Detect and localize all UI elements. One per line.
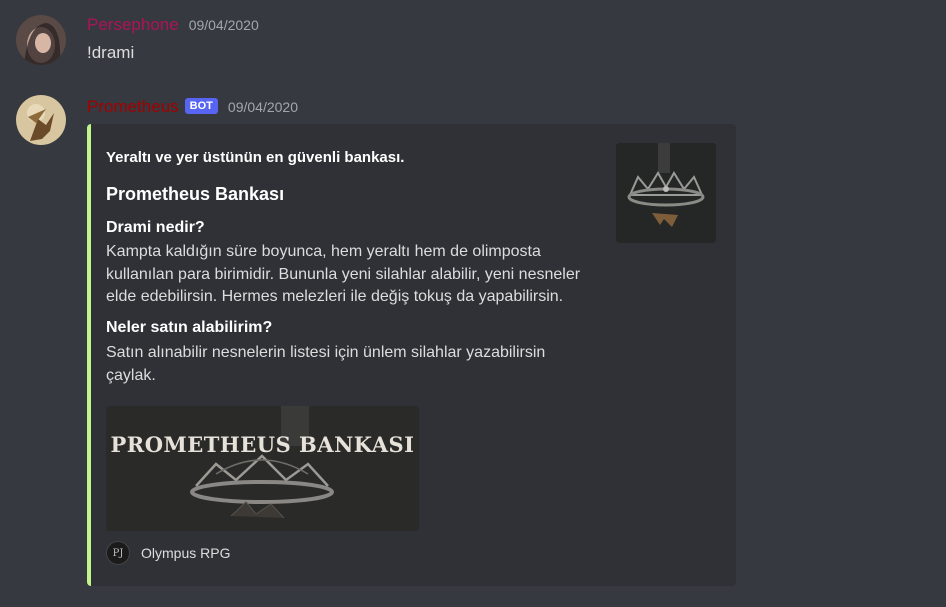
embed: Yeraltı ve yer üstünün en güvenli bankas… (87, 124, 736, 586)
embed-footer: PJ Olympus RPG (106, 541, 230, 565)
embed-field-value: Kampta kaldığın süre boyunca, hem yeralt… (106, 243, 581, 305)
embed-field-name: Drami nedir? (106, 219, 205, 236)
timestamp: 09/04/2020 (227, 99, 298, 115)
embed-field-value: Satın alınabilir nesnelerin listesi için… (106, 344, 546, 384)
embed-title: Prometheus Bankası (106, 184, 285, 204)
embed-field-name: Neler satın alabilirim? (106, 319, 273, 336)
message-text: !drami (87, 43, 135, 62)
username[interactable]: Prometheus (87, 97, 179, 117)
bot-badge: BOT (184, 98, 218, 114)
embed-author: Yeraltı ve yer üstünün en güvenli bankas… (106, 149, 405, 166)
user-avatar[interactable] (16, 15, 66, 65)
embed-image[interactable]: PROMETHEUS BANKASI (106, 406, 419, 531)
embed-image-title: PROMETHEUS BANKASI (110, 432, 415, 457)
bot-avatar[interactable] (16, 95, 66, 145)
embed-thumbnail[interactable] (616, 143, 716, 243)
message-persephone: Persephone 09/04/2020 !drami (0, 0, 946, 80)
footer-text: Olympus RPG (141, 545, 231, 561)
username[interactable]: Persephone (87, 15, 179, 35)
timestamp: 09/04/2020 (188, 17, 259, 33)
crown-icon (616, 143, 716, 243)
footer-logo-icon: PJ (106, 541, 130, 565)
